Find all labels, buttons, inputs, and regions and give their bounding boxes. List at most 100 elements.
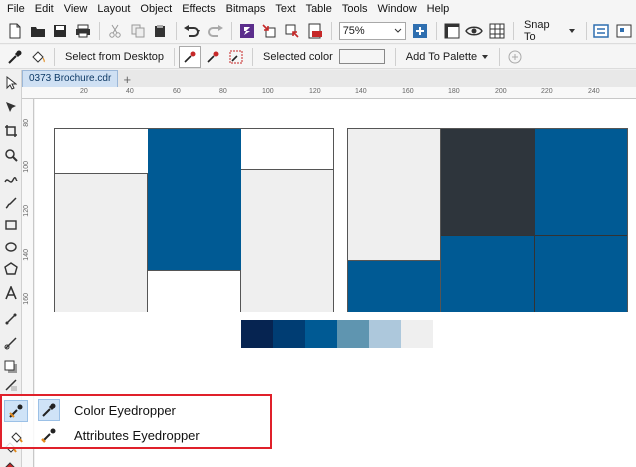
snap-to-dropdown[interactable]: Snap To — [518, 19, 582, 43]
polygon-icon — [4, 262, 18, 275]
smart-fill-tool-button[interactable] — [2, 456, 20, 467]
crop-tool-button[interactable] — [2, 122, 20, 140]
flyout-item-attributes-eyedropper[interactable]: Attributes Eyedropper — [38, 423, 200, 447]
menu-effects[interactable]: Effects — [177, 0, 220, 18]
transparency-tool-button[interactable] — [2, 376, 20, 394]
menu-bar: File Edit View Layout Object Effects Bit… — [0, 0, 636, 18]
menu-table[interactable]: Table — [301, 0, 337, 18]
rectangle-white[interactable] — [148, 270, 241, 312]
print-button[interactable] — [72, 20, 94, 42]
menu-edit[interactable]: Edit — [30, 0, 59, 18]
drop-shadow-tool-button[interactable] — [2, 358, 20, 376]
apply-color-button[interactable] — [27, 46, 49, 68]
sample-area-button[interactable] — [225, 46, 247, 68]
polygon-tool-button[interactable] — [2, 260, 20, 278]
show-rulers-button[interactable] — [441, 20, 463, 42]
document-tab[interactable]: 0373 Brochure.cdr — [22, 70, 119, 87]
rectangle-tool-button[interactable] — [2, 216, 20, 234]
rectangle-light-gray[interactable] — [55, 173, 148, 312]
interactive-fill-tool-button[interactable] — [8, 428, 26, 446]
undo-icon — [184, 24, 201, 37]
menu-text[interactable]: Text — [270, 0, 300, 18]
export-button[interactable] — [281, 20, 303, 42]
flyout-item-color-eyedropper[interactable]: Color Eyedropper — [38, 398, 176, 422]
palette-swatch[interactable] — [401, 320, 433, 348]
new-document-button[interactable] — [4, 20, 26, 42]
rectangle-navy[interactable] — [148, 129, 241, 270]
menu-layout[interactable]: Layout — [92, 0, 135, 18]
search-content-button[interactable] — [236, 20, 258, 42]
connector-tool-button[interactable] — [2, 334, 20, 352]
palette-swatch[interactable] — [273, 320, 305, 348]
add-to-palette-dropdown[interactable]: Add To Palette — [400, 51, 495, 63]
right-page[interactable] — [347, 128, 628, 312]
transparency-icon — [5, 379, 17, 391]
chevron-down-icon — [394, 28, 402, 33]
undo-button[interactable] — [181, 20, 203, 42]
add-tab-button[interactable]: + — [120, 72, 134, 87]
menu-help[interactable]: Help — [422, 0, 455, 18]
copy-icon — [131, 24, 145, 37]
launcher-icon — [616, 24, 632, 37]
zoom-level-value: 75% — [342, 24, 365, 37]
copy-button[interactable] — [127, 20, 149, 42]
save-button[interactable] — [50, 20, 72, 42]
add-button[interactable] — [504, 46, 526, 68]
rectangle-light-gray[interactable] — [348, 129, 441, 260]
rectangle-navy[interactable] — [535, 235, 627, 312]
text-tool-button[interactable] — [2, 284, 20, 302]
sample-2x2-button[interactable] — [202, 46, 224, 68]
menu-object[interactable]: Object — [135, 0, 177, 18]
grid-options-button[interactable] — [486, 20, 508, 42]
palette-swatch[interactable] — [305, 320, 337, 348]
flyout-item-label: Color Eyedropper — [74, 402, 176, 418]
application-launcher-button[interactable] — [613, 20, 635, 42]
ruler-tick-label: 100 — [262, 88, 274, 95]
artistic-media-tool-button[interactable] — [2, 194, 20, 212]
ruler-tick-label: 160 — [402, 88, 414, 95]
paste-button[interactable] — [149, 20, 171, 42]
publish-pdf-button[interactable] — [304, 20, 326, 42]
rectangle-light-gray[interactable] — [241, 169, 333, 312]
eyedropper-tool-button[interactable] — [4, 400, 28, 422]
freehand-tool-button[interactable] — [2, 170, 20, 188]
ellipse-tool-button[interactable] — [2, 238, 20, 256]
left-page[interactable] — [54, 128, 334, 312]
import-button[interactable] — [258, 20, 280, 42]
ruler-tick-label: 140 — [355, 88, 367, 95]
options-button[interactable] — [591, 20, 613, 42]
palette-swatch[interactable] — [241, 320, 273, 348]
menu-bitmaps[interactable]: Bitmaps — [221, 0, 271, 18]
pick-tool-button[interactable] — [2, 74, 20, 92]
rectangle-navy[interactable] — [535, 129, 627, 235]
menu-file[interactable]: File — [2, 0, 30, 18]
selected-color-swatch[interactable] — [338, 49, 385, 64]
redo-button[interactable] — [204, 20, 226, 42]
full-screen-preview-button[interactable] — [409, 20, 431, 42]
zoom-level-select[interactable]: 75% — [338, 21, 406, 40]
search-content-icon — [239, 23, 254, 38]
dimension-tool-button[interactable] — [2, 310, 20, 328]
open-button[interactable] — [27, 20, 49, 42]
cut-button[interactable] — [104, 20, 126, 42]
rectangle-navy[interactable] — [441, 235, 535, 312]
menu-view[interactable]: View — [59, 0, 93, 18]
zoom-tool-button[interactable] — [2, 146, 20, 164]
sample-1x1-button[interactable] — [179, 45, 202, 68]
palette-swatch[interactable] — [337, 320, 369, 348]
ruler-tick-label: 80 — [219, 88, 227, 95]
ruler-tick-label: 240 — [588, 88, 600, 95]
view-options-button[interactable] — [463, 20, 485, 42]
arrow-pointer-icon — [6, 76, 17, 90]
menu-tools[interactable]: Tools — [337, 0, 373, 18]
eyedropper-mode-button[interactable] — [4, 46, 26, 68]
select-from-desktop-button[interactable]: Select from Desktop — [59, 51, 170, 63]
shape-tool-button[interactable] — [2, 98, 20, 116]
menu-window[interactable]: Window — [373, 0, 422, 18]
dropdown-arrow-icon — [568, 28, 575, 33]
rectangle-navy[interactable] — [348, 260, 441, 312]
palette-swatch[interactable] — [369, 320, 401, 348]
connector-icon — [4, 337, 17, 350]
horizontal-ruler[interactable]: 20 40 60 80 100 120 140 160 180 200 220 … — [22, 87, 636, 99]
rectangle-charcoal[interactable] — [441, 129, 535, 235]
